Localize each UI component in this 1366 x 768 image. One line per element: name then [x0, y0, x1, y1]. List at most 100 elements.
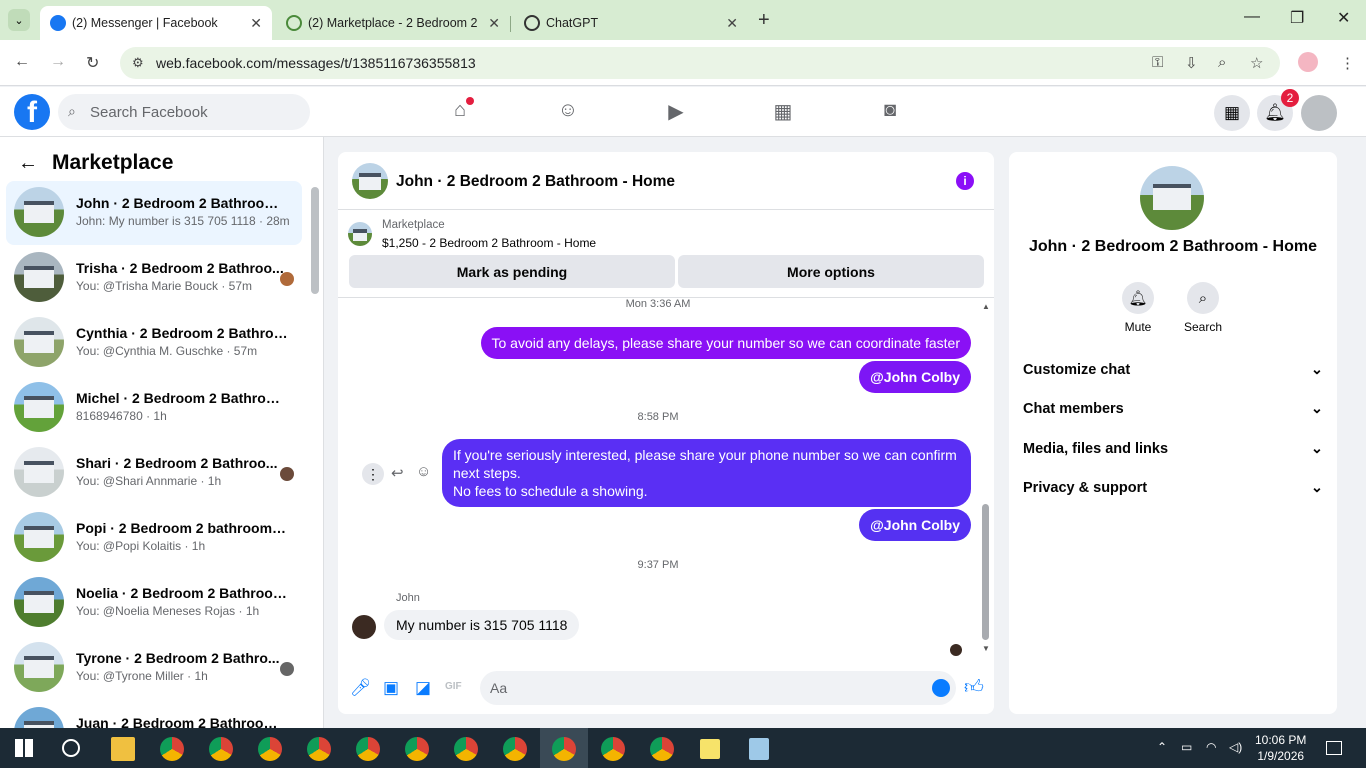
- minimize-icon[interactable]: —: [1244, 8, 1260, 26]
- chat-title[interactable]: John · 2 Bedroom 2 Bathroom - Home: [396, 173, 675, 191]
- site-info-icon[interactable]: ⚙: [132, 55, 144, 71]
- menu-grid-icon[interactable]: ▦: [1214, 95, 1250, 131]
- sent-message[interactable]: If you're seriously interested, please s…: [442, 439, 971, 507]
- new-tab-icon[interactable]: +: [758, 9, 770, 32]
- scroll-down-icon[interactable]: ▼: [982, 644, 990, 653]
- chrome-icon[interactable]: [209, 737, 233, 761]
- close-window-icon[interactable]: ✕: [1337, 8, 1350, 28]
- conversation-item[interactable]: Juan · 2 Bedroom 2 Bathroom - ...: [6, 701, 302, 728]
- mention-message[interactable]: @John Colby: [859, 509, 971, 541]
- mark-as-pending-button[interactable]: Mark as pending: [349, 255, 675, 288]
- microphone-icon[interactable]: 🎤︎: [350, 678, 372, 698]
- close-tab-icon[interactable]: ✕: [726, 15, 738, 32]
- chrome-icon[interactable]: [552, 737, 576, 761]
- bookmark-star-icon[interactable]: ☆: [1250, 54, 1263, 72]
- notification-center-icon[interactable]: [1326, 741, 1342, 755]
- gif-icon[interactable]: GIF: [445, 681, 462, 692]
- conversation-item[interactable]: Tyrone · 2 Bedroom 2 Bathro... You: @Tyr…: [6, 636, 302, 700]
- customize-chat-row[interactable]: Customize chat ⌄: [1023, 362, 1323, 378]
- reload-icon[interactable]: ↻: [86, 53, 99, 73]
- listing-thumbnail[interactable]: [348, 222, 372, 246]
- received-message[interactable]: My number is 315 705 1118: [384, 610, 580, 640]
- chrome-icon[interactable]: [601, 737, 625, 761]
- conversation-item[interactable]: Popi · 2 Bedroom 2 bathroom h... You: @P…: [6, 506, 302, 570]
- info-icon[interactable]: i: [956, 172, 974, 190]
- install-app-icon[interactable]: ⇩: [1185, 54, 1198, 72]
- conversation-item[interactable]: John · 2 Bedroom 2 Bathroom - ... John: …: [6, 181, 302, 245]
- home-icon[interactable]: ⌂: [448, 97, 474, 123]
- wifi-icon[interactable]: ◠: [1206, 740, 1216, 754]
- facebook-favicon-icon: [50, 15, 66, 31]
- chat-avatar[interactable]: [352, 163, 388, 199]
- tab-marketplace[interactable]: (2) Marketplace - 2 Bedroom 2 ✕: [276, 6, 511, 40]
- back-icon[interactable]: ←: [14, 53, 30, 71]
- react-emoji-icon[interactable]: ☺: [416, 463, 431, 480]
- notifications-bell-icon[interactable]: 🔔︎ 2: [1257, 89, 1299, 131]
- thumbs-up-icon[interactable]: 👍︎: [964, 676, 984, 699]
- search-facebook-input[interactable]: ⌕ Search Facebook: [58, 94, 310, 130]
- conversation-item[interactable]: Cynthia · 2 Bedroom 2 Bathroo... You: @C…: [6, 311, 302, 375]
- video-icon[interactable]: ▶: [664, 99, 688, 123]
- chrome-icon[interactable]: [405, 737, 429, 761]
- emoji-icon[interactable]: [932, 679, 950, 697]
- conversation-item[interactable]: Trisha · 2 Bedroom 2 Bathroo... You: @Tr…: [6, 246, 302, 310]
- restore-icon[interactable]: ❐: [1290, 8, 1304, 28]
- chrome-icon[interactable]: [356, 737, 380, 761]
- back-arrow-icon[interactable]: ←: [18, 152, 38, 175]
- notepad-icon[interactable]: [749, 738, 769, 760]
- tray-chevron-icon[interactable]: ⌃: [1157, 740, 1167, 754]
- file-explorer-icon[interactable]: [111, 737, 135, 761]
- chrome-icon[interactable]: [307, 737, 331, 761]
- privacy-support-row[interactable]: Privacy & support ⌄: [1023, 480, 1323, 496]
- chat-scrollbar[interactable]: [982, 504, 989, 640]
- password-key-icon[interactable]: ⚿: [1152, 54, 1163, 71]
- windows-start-icon[interactable]: [15, 739, 33, 757]
- details-avatar[interactable]: [1140, 166, 1204, 230]
- mute-button[interactable]: 🔔︎ Mute: [1108, 282, 1168, 334]
- marketplace-icon[interactable]: ▦: [771, 99, 795, 123]
- listing-title[interactable]: $1,250 - 2 Bedroom 2 Bathroom - Home: [382, 236, 596, 250]
- search-in-chat-button[interactable]: ⌕ Search: [1173, 282, 1233, 334]
- sticky-notes-icon[interactable]: [700, 739, 720, 759]
- forward-icon[interactable]: →: [50, 53, 66, 71]
- gaming-icon[interactable]: ◙: [878, 99, 902, 123]
- scroll-up-icon[interactable]: ▲: [982, 302, 990, 311]
- sent-message[interactable]: To avoid any delays, please share your n…: [480, 327, 971, 359]
- tab-chatgpt[interactable]: ChatGPT ✕: [514, 6, 748, 40]
- chrome-icon[interactable]: [503, 737, 527, 761]
- chat-members-row[interactable]: Chat members ⌄: [1023, 401, 1323, 417]
- close-tab-icon[interactable]: ✕: [488, 15, 500, 32]
- conversation-item[interactable]: Shari · 2 Bedroom 2 Bathroo... You: @Sha…: [6, 441, 302, 505]
- friends-icon[interactable]: ☺: [556, 99, 580, 123]
- conversation-item[interactable]: Noelia · 2 Bedroom 2 Bathroom... You: @N…: [6, 571, 302, 635]
- battery-icon[interactable]: ▭: [1181, 740, 1192, 754]
- chat-header: John · 2 Bedroom 2 Bathroom - Home i: [338, 152, 994, 210]
- chrome-icon[interactable]: [650, 737, 674, 761]
- zoom-icon[interactable]: ⌕: [1218, 54, 1226, 71]
- cortana-search-icon[interactable]: [62, 739, 80, 757]
- menu-dots-icon[interactable]: ⋮: [1340, 54, 1355, 72]
- sender-avatar[interactable]: [352, 615, 376, 639]
- photo-icon[interactable]: ▣: [383, 678, 399, 698]
- more-dots-icon[interactable]: ⋮: [362, 463, 384, 485]
- sidebar-scrollbar[interactable]: [311, 187, 319, 294]
- tab-messenger[interactable]: (2) Messenger | Facebook ✕: [40, 6, 272, 40]
- more-options-button[interactable]: More options: [678, 255, 984, 288]
- close-tab-icon[interactable]: ✕: [250, 15, 262, 32]
- account-avatar[interactable]: [1301, 95, 1337, 131]
- reply-icon[interactable]: ↩: [391, 464, 404, 482]
- chrome-icon[interactable]: [160, 737, 184, 761]
- mention-message[interactable]: @John Colby: [859, 361, 971, 393]
- tab-search-button[interactable]: ⌄: [8, 9, 30, 31]
- profile-avatar-icon[interactable]: [1298, 52, 1318, 72]
- sticker-icon[interactable]: ◪: [415, 678, 431, 698]
- system-clock[interactable]: 10:06 PM 1/9/2026: [1255, 732, 1306, 764]
- volume-icon[interactable]: ◁): [1229, 740, 1242, 754]
- chrome-icon[interactable]: [454, 737, 478, 761]
- conversation-item[interactable]: Michel · 2 Bedroom 2 Bathroom... 8168946…: [6, 376, 302, 440]
- media-files-links-row[interactable]: Media, files and links ⌄: [1023, 441, 1323, 457]
- message-input[interactable]: Aa: [480, 671, 956, 705]
- address-bar[interactable]: ⚙ web.facebook.com/messages/t/1385116736…: [120, 47, 1280, 79]
- chrome-icon[interactable]: [258, 737, 282, 761]
- facebook-logo-icon[interactable]: f: [14, 94, 50, 130]
